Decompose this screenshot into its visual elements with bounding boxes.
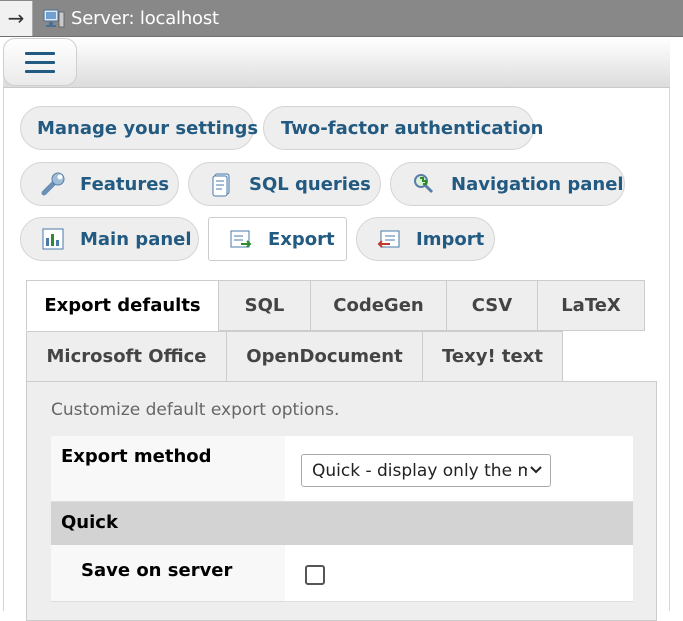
save-on-server-row: Save on server	[51, 545, 633, 602]
export-method-select[interactable]: Quick - display only the minimal options	[301, 454, 551, 487]
save-on-server-checkbox[interactable]	[305, 565, 325, 585]
arrow-right-icon: →	[7, 6, 25, 30]
panel-description: Customize default export options.	[51, 400, 340, 420]
hamburger-icon	[25, 46, 55, 79]
collapse-navigation-button[interactable]: →	[0, 0, 33, 36]
server-icon	[43, 8, 65, 28]
main-panel-button[interactable]: Main panel	[20, 217, 199, 261]
export-method-label: Export method	[61, 446, 212, 467]
two-factor-authentication-button[interactable]: Two-factor authentication	[263, 106, 543, 150]
export-icon	[228, 226, 254, 252]
features-button[interactable]: Features	[20, 162, 179, 206]
main-menubar	[3, 38, 670, 88]
sql-document-icon	[209, 171, 235, 197]
tab-sql[interactable]: SQL	[218, 280, 311, 331]
export-method-row: Export method Quick - display only the m…	[51, 436, 633, 502]
main-panel-chart-icon	[40, 226, 66, 252]
chevron-down-icon	[530, 463, 542, 479]
sql-queries-button[interactable]: SQL queries	[188, 162, 381, 206]
tab-codegen[interactable]: CodeGen	[310, 280, 447, 331]
navigation-panel-button[interactable]: Navigation panel	[390, 162, 625, 206]
export-defaults-panel: Customize default export options. Export…	[26, 381, 657, 621]
manage-settings-button[interactable]: Manage your settings	[20, 106, 258, 150]
tab-texy-text[interactable]: Texy! text	[422, 331, 563, 382]
tab-csv[interactable]: CSV	[446, 280, 538, 331]
server-topbar: → Server: localhost	[0, 0, 683, 37]
wrench-icon	[40, 171, 66, 197]
server-title[interactable]: Server: localhost	[71, 8, 219, 29]
navigation-magnifier-icon	[411, 171, 437, 197]
tab-export-defaults[interactable]: Export defaults	[26, 280, 219, 331]
import-button[interactable]: Import	[356, 217, 495, 261]
save-on-server-label: Save on server	[81, 560, 233, 581]
tab-latex[interactable]: LaTeX	[537, 280, 645, 331]
import-icon	[376, 226, 402, 252]
quick-section-title: Quick	[61, 512, 118, 533]
quick-section-header: Quick	[51, 502, 633, 545]
menu-toggle-button[interactable]	[3, 38, 77, 86]
export-button[interactable]: Export	[208, 217, 347, 261]
page-right-border	[669, 88, 670, 611]
tab-opendocument[interactable]: OpenDocument	[226, 331, 423, 382]
page-left-border	[3, 88, 4, 611]
tab-microsoft-office[interactable]: Microsoft Office	[26, 331, 227, 382]
